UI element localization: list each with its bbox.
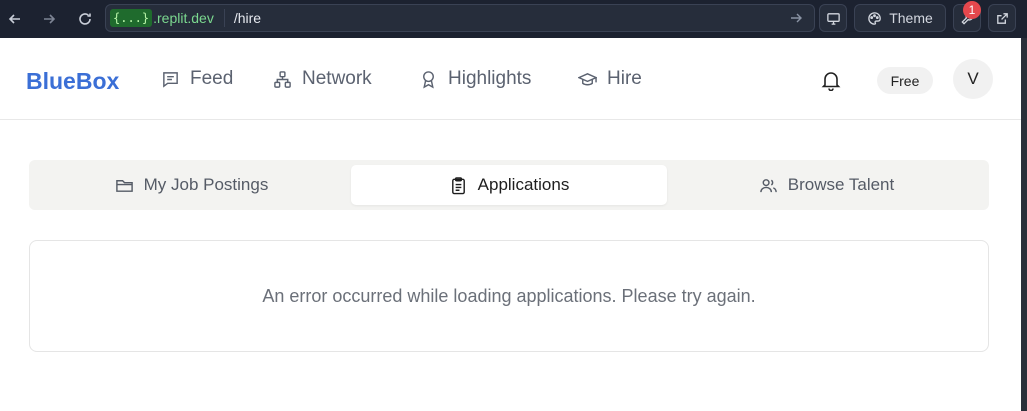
go-arrow-icon[interactable] [788,10,804,26]
url-host: .replit.dev [153,10,214,26]
external-link-icon [996,12,1008,24]
avatar[interactable]: V [953,59,993,99]
back-button[interactable] [0,4,30,34]
tab-my-job-postings[interactable]: My Job Postings [34,165,349,205]
nav-hire[interactable]: Hire [578,68,642,90]
url-separator [223,9,225,27]
bell-icon[interactable] [820,69,842,91]
theme-label: Theme [889,10,933,26]
nav-hire-label: Hire [607,68,642,89]
award-icon [423,70,434,88]
nav-feed[interactable]: Feed [161,68,233,90]
url-path: /hire [233,10,262,26]
forward-button[interactable] [34,4,64,34]
tab-applications-label: Applications [477,175,570,194]
error-message: An error occurred while loading applicat… [262,285,756,306]
url-badge: {...} [110,9,153,27]
tab-browse-talent-label: Browse Talent [787,175,895,194]
network-icon [274,70,291,88]
tab-my-job-postings-label: My Job Postings [143,175,269,194]
arrow-right-icon [44,14,56,24]
error-card: An error occurred while loading applicat… [29,240,989,352]
arrow-left-icon [8,14,20,24]
browser-toolbar: {...} .replit.dev /hire Theme 1 [0,0,1027,38]
nav-network-label: Network [302,68,372,89]
nav-highlights-label: Highlights [448,68,532,89]
reload-button[interactable] [70,4,100,34]
message-square-icon [163,71,178,88]
theme-button[interactable]: Theme [854,4,946,32]
nav-network[interactable]: Network [273,68,372,90]
monitor-icon [826,12,840,25]
open-external-button[interactable] [988,4,1016,32]
url-bar[interactable]: {...} .replit.dev /hire [105,4,815,32]
palette-icon [868,11,881,25]
clipboard-icon [451,176,465,194]
nav-highlights[interactable]: Highlights [419,68,531,90]
hire-tabs: My Job Postings Applications Browse Tale… [29,160,989,210]
scrollbar[interactable] [1021,38,1027,411]
tab-applications[interactable]: Applications [351,165,667,205]
tab-browse-talent[interactable]: Browse Talent [669,165,984,205]
nav-feed-label: Feed [190,68,234,89]
devices-button[interactable] [819,4,847,32]
app-header: BlueBox Feed Network Highlights Hire Fre… [0,38,1021,120]
reload-icon [79,13,91,25]
plan-badge[interactable]: Free [877,67,933,94]
brand-logo[interactable]: BlueBox [26,68,119,95]
notification-count-badge: 1 [963,1,981,19]
graduation-cap-icon [578,72,597,85]
users-icon [759,178,777,192]
folder-icon [115,179,133,192]
